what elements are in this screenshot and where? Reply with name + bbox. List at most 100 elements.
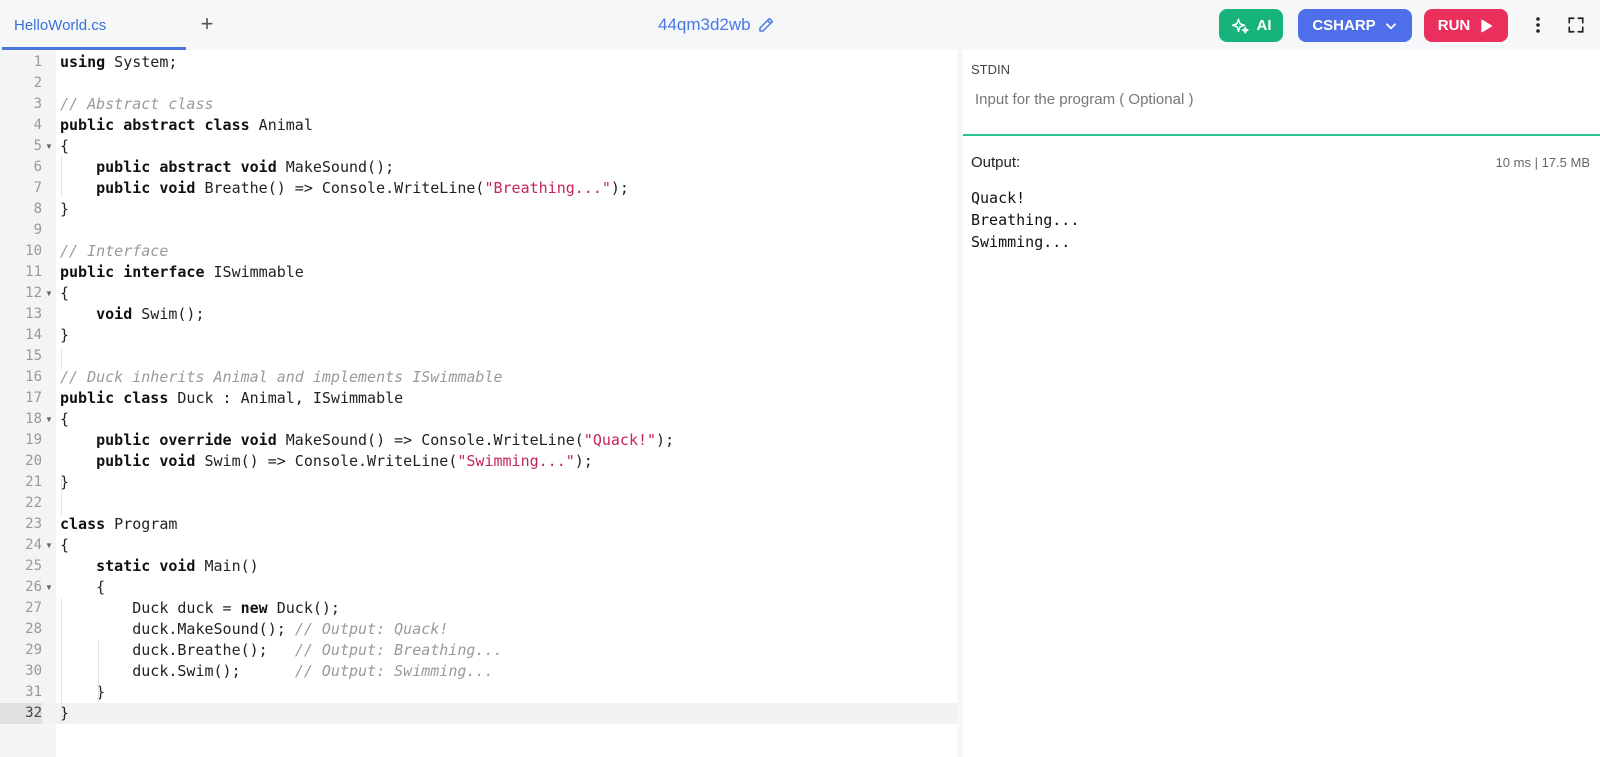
line-number: 16 [25,369,42,385]
code-line[interactable]: 32} [0,703,957,724]
code-text: class Program [60,514,177,535]
line-number: 6 [33,159,42,175]
code-line[interactable]: 27 Duck duck = new Duck(); [0,598,957,619]
code-line[interactable]: 29 duck.Breathe(); // Output: Breathing.… [0,640,957,661]
code-line[interactable]: 10 // Interface [0,241,957,262]
line-number: 30 [25,663,42,679]
code-token: Swim() => Console.WriteLine( [195,452,458,470]
code-line[interactable]: 28 duck.MakeSound(); // Output: Quack! [0,619,957,640]
project-name[interactable]: 44qm3d2wb [658,15,775,35]
code-line[interactable]: 1 using System; [0,52,957,73]
code-line[interactable]: 25 static void Main() [0,556,957,577]
code-line[interactable]: 19 public override void MakeSound() => C… [0,430,957,451]
code-token: public class [60,389,169,407]
code-line[interactable]: 2 [0,73,957,94]
indent-guide [61,474,62,516]
code-token: public abstract class [60,116,250,134]
line-number: 8 [33,201,42,217]
code-text: public interface ISwimmable [60,262,304,283]
code-text: Duck duck = new Duck(); [60,598,340,619]
code-line[interactable]: 16 // Duck inherits Animal and implements… [0,367,957,388]
code-line[interactable]: 21} [0,472,957,493]
code-line[interactable]: 23 class Program [0,514,957,535]
code-token: static void [96,557,196,575]
code-line[interactable]: 17 public class Duck : Animal, ISwimmable [0,388,957,409]
code-line[interactable]: 13 void Swim(); [0,304,957,325]
code-line[interactable]: 24 ▼ { [0,535,957,556]
fullscreen-icon[interactable] [1567,16,1585,34]
line-number: 21 [25,474,42,490]
code-token: System; [105,53,178,71]
line-number: 27 [25,600,42,616]
fold-toggle-icon[interactable]: ▼ [45,577,53,598]
code-line[interactable]: 30 duck.Swim(); // Output: Swimming... [0,661,957,682]
code-editor[interactable]: 1 using System; 2 3 // Abstract class 4 public… [0,50,957,757]
code-token: public void [96,452,196,470]
line-number: 3 [33,96,42,112]
code-token: Duck duck = [60,599,241,617]
panel-divider[interactable] [963,134,1600,136]
code-text: public void Breathe() => Console.WriteLi… [60,178,629,199]
code-token: Animal [249,116,313,134]
code-token: ); [610,179,629,197]
code-token: "Breathing..." [484,179,611,197]
stdin-input[interactable] [971,86,1571,112]
code-token: new [240,599,268,617]
line-number: 24 [25,537,42,553]
fold-toggle-icon[interactable]: ▼ [45,409,53,430]
run-button-label: RUN [1437,17,1471,34]
tab-helloworld[interactable]: HelloWorld.cs [2,0,186,50]
fold-toggle-icon[interactable]: ▼ [45,283,53,304]
code-text: public abstract void MakeSound(); [60,157,394,178]
indent-guide [98,640,99,702]
code-token: Swim(); [132,305,205,323]
code-text: } [60,199,69,220]
code-token: duck.Breathe(); [60,641,295,659]
code-line[interactable]: 9 [0,220,957,241]
add-tab-button[interactable]: + [196,11,218,37]
code-line[interactable]: 18 ▼ { [0,409,957,430]
code-text: { [60,136,69,157]
code-line[interactable]: 6 public abstract void MakeSound(); [0,157,957,178]
code-token: ); [574,452,593,470]
code-line[interactable]: 8} [0,199,957,220]
code-token: public override void [96,431,277,449]
code-token: MakeSound(); [276,158,395,176]
code-token: // Abstract class [60,95,214,113]
ai-button[interactable]: AI [1219,9,1283,42]
code-token: Duck(); [267,599,340,617]
code-text: duck.Breathe(); // Output: Breathing... [60,640,502,661]
more-vertical-icon[interactable] [1532,14,1544,36]
code-line[interactable]: 15 [0,346,957,367]
code-line[interactable]: 26 ▼ { [0,577,957,598]
code-text: duck.Swim(); // Output: Swimming... [60,661,493,682]
code-text: static void Main() [60,556,259,577]
code-line[interactable]: 22 [0,493,957,514]
code-line[interactable]: 5 ▼ { [0,136,957,157]
line-number: 29 [25,642,42,658]
project-name-label: 44qm3d2wb [658,15,751,34]
line-number: 5 [33,138,42,154]
code-line[interactable]: 11 public interface ISwimmable [0,262,957,283]
fold-toggle-icon[interactable]: ▼ [45,136,53,157]
code-text: public class Duck : Animal, ISwimmable [60,388,403,409]
code-line[interactable]: 12 ▼ { [0,283,957,304]
code-line[interactable]: 3 // Abstract class [0,94,957,115]
pencil-icon[interactable] [757,16,775,34]
line-number: 10 [25,243,42,259]
code-text: // Duck inherits Animal and implements I… [60,367,503,388]
fold-toggle-icon[interactable]: ▼ [45,535,53,556]
code-line[interactable]: 20 public void Swim() => Console.WriteLi… [0,451,957,472]
run-button[interactable]: RUN [1424,9,1508,42]
language-select[interactable]: CSHARP [1298,9,1412,42]
code-line[interactable]: 4 public abstract class Animal [0,115,957,136]
code-line[interactable]: 31 } [0,682,957,703]
code-token: "Swimming..." [457,452,575,470]
code-line[interactable]: 7 public void Breathe() => Console.Write… [0,178,957,199]
code-line[interactable]: 14} [0,325,957,346]
line-number: 20 [25,453,42,469]
